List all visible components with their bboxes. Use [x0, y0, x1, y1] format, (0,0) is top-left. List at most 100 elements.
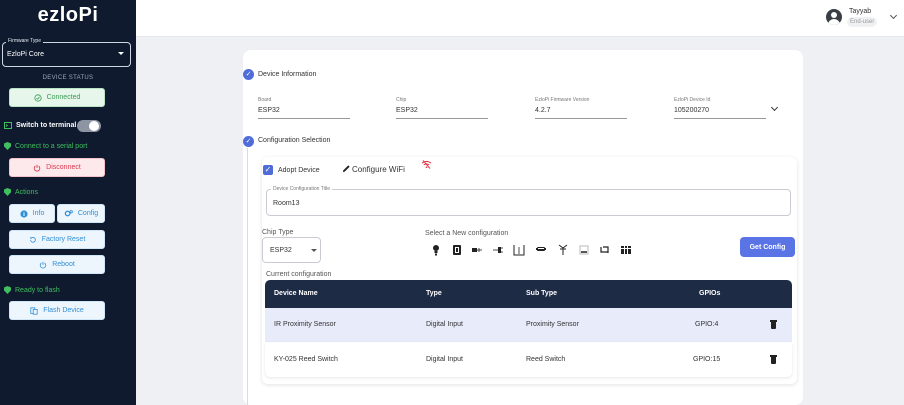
step-connector-line: [247, 148, 248, 405]
column-gpios: GPIOs: [699, 290, 721, 297]
flash-device-button[interactable]: Flash Device: [9, 301, 105, 320]
toggle-knob: [89, 121, 99, 131]
i2c-icon[interactable]: [599, 244, 611, 256]
uart-icon[interactable]: [620, 244, 632, 256]
shield-icon: [4, 188, 11, 196]
disconnect-button[interactable]: Disconnect: [9, 158, 105, 177]
user-avatar-icon[interactable]: [826, 9, 842, 25]
delete-icon[interactable]: [770, 320, 777, 329]
firmware-version-label: EzloPi Firmware Version: [535, 97, 590, 103]
user-name: Tayyab: [849, 8, 872, 15]
shield-icon: [4, 142, 11, 150]
check-circle-icon: [33, 93, 42, 102]
adopt-device-checkbox[interactable]: ✓: [263, 165, 273, 175]
actions-label: Actions: [15, 188, 38, 196]
delete-icon[interactable]: [770, 355, 777, 364]
check-step-icon: ✓: [243, 136, 254, 147]
firmware-type-label: Firmware Type: [6, 38, 43, 44]
chip-field: Chip ESP32: [396, 97, 488, 119]
configure-wifi-button[interactable]: Configure WiFi: [352, 165, 405, 174]
relay-icon[interactable]: [557, 244, 569, 256]
chevron-down-icon[interactable]: [889, 11, 898, 20]
potentiometer-icon[interactable]: [578, 244, 590, 256]
device-id-value: 105200270: [674, 107, 710, 114]
device-config-title-input[interactable]: Device Configuration Title Room13: [266, 186, 791, 216]
device-id-label: EzloPi Device Id: [674, 97, 711, 103]
row-sub-type: Reed Switch: [526, 356, 566, 363]
column-sub-type: Sub Type: [526, 290, 557, 297]
expand-chevron-icon[interactable]: [770, 103, 779, 112]
terminal-icon: [4, 122, 12, 129]
config-label: Config: [77, 210, 99, 217]
reboot-button[interactable]: Reboot: [9, 255, 105, 274]
adopt-device-label: Adopt Device: [278, 167, 320, 174]
dimmer-icon[interactable]: [451, 244, 463, 256]
switch-terminal-row: Switch to terminal: [4, 122, 76, 129]
connect-serial-row: Connect to a serial port: [4, 142, 87, 150]
caret-down-icon: [311, 249, 317, 252]
power-icon: [40, 261, 47, 268]
connect-serial-label: Connect to a serial port: [15, 142, 88, 150]
board-field: Board ESP32: [258, 97, 350, 119]
trash-body: [771, 322, 776, 329]
info-icon: [20, 209, 28, 218]
firmware-version-field: EzloPi Firmware Version 4.2.7: [535, 97, 627, 119]
column-device-name: Device Name: [274, 290, 318, 297]
chip-value: ESP32: [396, 107, 418, 114]
current-config-label: Current configuration: [266, 271, 332, 278]
connected-button[interactable]: Connected: [9, 88, 105, 107]
table-row[interactable]: KY-025 Reed Switch Digital Input Reed Sw…: [265, 343, 792, 377]
row-type: Digital Input: [426, 321, 463, 328]
connected-label: Connected: [46, 94, 81, 101]
board-label: Board: [258, 97, 272, 103]
device-info-title: Device Information: [258, 71, 317, 78]
factory-reset-label: Factory Reset: [41, 236, 86, 243]
disconnect-label: Disconnect: [46, 164, 81, 171]
wifi-off-icon: [421, 160, 432, 169]
temperature-icon[interactable]: [492, 244, 504, 256]
gears-icon: [64, 210, 73, 217]
device-status-heading: DEVICE STATUS: [42, 75, 94, 81]
device-config-title-label: Device Configuration Title: [271, 186, 332, 192]
info-label: Info: [32, 210, 45, 217]
row-gpio: GPIO:4: [695, 321, 719, 328]
dht-icon[interactable]: [471, 244, 483, 256]
reboot-label: Reboot: [52, 261, 75, 268]
flash-device-label: Flash Device: [43, 307, 84, 314]
top-header: Tayyab End-user: [136, 0, 904, 37]
config-selection-title: Configuration Selection: [258, 137, 331, 144]
ready-flash-row: Ready to flash: [4, 286, 60, 294]
terminal-toggle[interactable]: [77, 120, 101, 132]
device-config-title-value: Room13: [273, 200, 300, 207]
info-button[interactable]: Info: [9, 204, 55, 223]
firmware-type-value: EzloPi Core: [7, 51, 44, 58]
bulb-icon[interactable]: [430, 244, 442, 256]
row-type: Digital Input: [426, 356, 463, 363]
chip-label: Chip: [396, 97, 407, 103]
caret-down-icon: [118, 52, 124, 55]
user-role-badge: End-user: [847, 17, 878, 27]
sidebar: ezloPi Firmware Type EzloPi Core DEVICE …: [0, 0, 136, 405]
table-row[interactable]: IR Proximity Sensor Digital Input Proxim…: [265, 308, 792, 342]
ready-flash-label: Ready to flash: [15, 286, 60, 294]
config-button[interactable]: Config: [57, 204, 105, 223]
reset-icon: [29, 236, 36, 243]
pencil-icon[interactable]: [342, 164, 351, 173]
get-config-button[interactable]: Get Config: [740, 237, 795, 257]
row-device-name: KY-025 Reed Switch: [274, 356, 338, 363]
avatar-body: [828, 19, 840, 25]
firmware-version-value: 4.2.7: [535, 107, 551, 114]
switch-terminal-label: Switch to terminal: [16, 122, 77, 129]
firmware-type-select[interactable]: Firmware Type EzloPi Core: [2, 38, 131, 67]
current-config-table: Device Name Type Sub Type GPIOs IR Proxi…: [265, 280, 792, 377]
chip-type-select[interactable]: ESP32: [262, 237, 321, 263]
power-icon: [33, 164, 41, 171]
avatar-head: [831, 12, 837, 18]
shield-icon: [4, 286, 11, 294]
pir-icon[interactable]: [513, 244, 525, 256]
flash-icon: [30, 306, 38, 315]
row-device-name: IR Proximity Sensor: [274, 321, 336, 328]
device-id-field: EzloPi Device Id 105200270: [674, 97, 766, 119]
factory-reset-button[interactable]: Factory Reset: [9, 230, 105, 249]
display-icon[interactable]: [535, 244, 547, 256]
